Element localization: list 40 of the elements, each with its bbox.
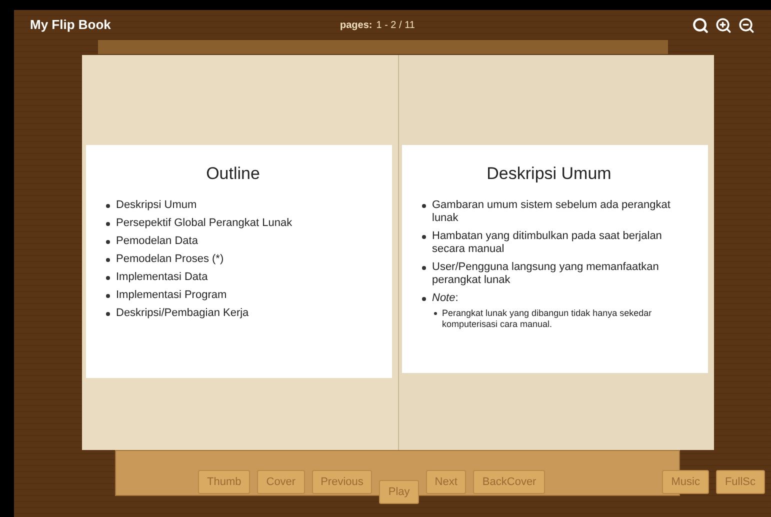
bullet-icon <box>422 266 426 270</box>
wooden-sign-button[interactable]: Previous <box>312 470 372 494</box>
bullet-text: Implementasi Program <box>116 288 227 302</box>
wooden-sign-button[interactable]: BackCover <box>473 470 546 494</box>
bullet-text: Deskripsi Umum <box>116 198 197 212</box>
bullet-text: Gambaran umum sistem sebelum ada perangkat lunak <box>432 198 672 224</box>
page-counter: 1 - 2 / 11 <box>376 18 415 32</box>
slide-heading: Outline <box>205 163 261 185</box>
zoom-in-icon[interactable] <box>715 16 732 34</box>
sub-bullet-text: Perangkat lunak yang dibangun tidak hanya sekedar komputerisasi cara manual. <box>442 308 653 330</box>
pages-label: pages: <box>340 18 372 32</box>
bullet-icon <box>106 258 110 262</box>
wooden-sign-button[interactable]: Thumb <box>198 470 250 494</box>
bullet-icon <box>106 222 110 226</box>
bullet-icon <box>106 294 110 298</box>
bullet-icon <box>106 204 110 208</box>
wooden-sign-button[interactable]: Cover <box>257 470 305 494</box>
search-icon[interactable] <box>692 16 709 34</box>
bullet-icon <box>106 240 110 244</box>
wooden-sign-button[interactable]: FullSc <box>716 470 765 494</box>
bullet-text: Deskripsi/Pembagian Kerja <box>116 306 249 320</box>
bullet-text: User/Pengguna langsung yang memanfaatkan perangkat lunak <box>432 260 660 286</box>
bullet-icon <box>422 296 426 300</box>
wooden-sign-button[interactable]: Next <box>426 470 466 494</box>
bullet-text: Hambatan yang ditimbulkan pada saat berjalan secara manual <box>432 230 663 256</box>
bullet-icon <box>422 234 426 238</box>
bullet-icon <box>106 312 110 316</box>
wooden-sign-button[interactable]: Play <box>379 480 419 504</box>
bullet-text: Implementasi Data <box>116 270 208 284</box>
bullet-icon <box>434 312 437 314</box>
zoom-out-icon[interactable] <box>738 16 755 34</box>
bullet-icon <box>422 204 426 208</box>
app-title: My Flip Book <box>30 16 112 34</box>
bullet-text: Persepektif Global Perangkat Lunak <box>116 216 292 230</box>
slide-heading: Deskripsi Umum <box>486 163 612 185</box>
bullet-text: Pemodelan Proses (*) <box>116 252 224 266</box>
bullet-text: Pemodelan Data <box>116 234 198 248</box>
bullet-text: Note: <box>432 292 458 304</box>
bullet-icon <box>106 276 110 280</box>
wooden-sign-button[interactable]: Music <box>662 470 709 494</box>
